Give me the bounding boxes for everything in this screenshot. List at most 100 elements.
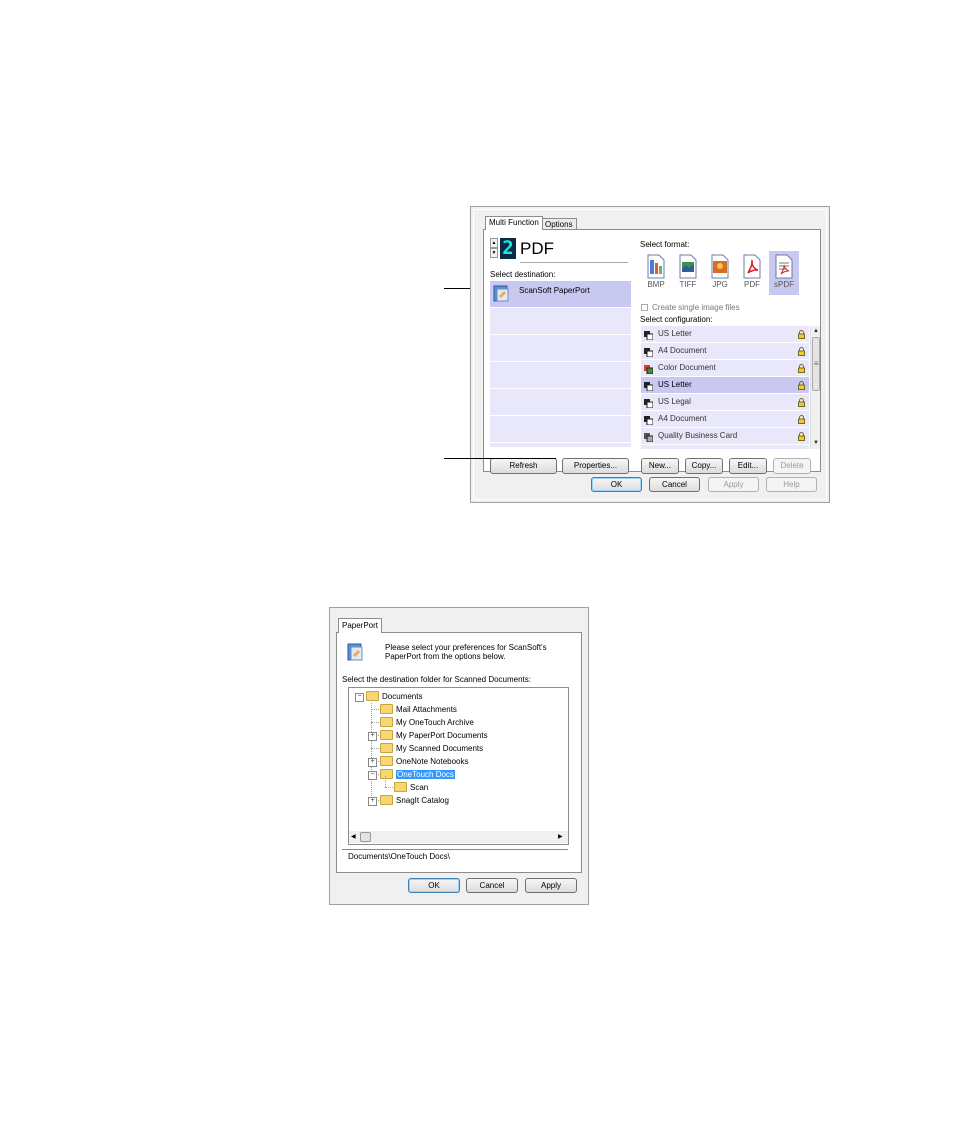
tree-node-documents[interactable]: Documents xyxy=(366,690,422,703)
scrollbar-grip-icon: ≡ xyxy=(814,359,819,368)
tree-node-label: My OneTouch Archive xyxy=(396,718,474,727)
format-selector: BMP TIFF JPG PDF sPDF xyxy=(641,251,811,295)
intro-text: Please select your preferences for ScanS… xyxy=(385,643,547,661)
lock-icon xyxy=(798,397,805,407)
format-option-pdf[interactable]: PDF xyxy=(737,251,767,295)
configuration-label: US Legal xyxy=(658,397,691,406)
properties-button[interactable]: Properties... xyxy=(562,458,629,474)
format-option-jpg[interactable]: JPG xyxy=(705,251,735,295)
cancel-button[interactable]: Cancel xyxy=(466,878,518,893)
format-option-spdf[interactable]: sPDF xyxy=(769,251,799,295)
paperport-app-icon xyxy=(347,641,365,663)
tree-horizontal-scrollbar[interactable]: ◀ ▶ xyxy=(349,831,568,843)
destination-empty-row[interactable] xyxy=(490,362,631,389)
format-option-tiff[interactable]: TIFF xyxy=(673,251,703,295)
configuration-item[interactable]: US Letter xyxy=(641,377,809,394)
refresh-button[interactable]: Refresh xyxy=(490,458,557,474)
format-label: JPG xyxy=(712,280,728,289)
tab-multi-function[interactable]: Multi Function xyxy=(485,216,543,230)
counter-up-arrow-icon[interactable]: ▲ xyxy=(490,238,498,248)
destination-empty-row[interactable] xyxy=(490,335,631,362)
tree-node-folder[interactable]: Mail Attachments xyxy=(380,703,457,716)
bmp-file-icon xyxy=(645,254,667,280)
tree-node-label: OneNote Notebooks xyxy=(396,757,469,766)
expand-icon[interactable]: + xyxy=(368,797,377,806)
configuration-label: US Letter xyxy=(658,329,692,338)
edit-configuration-button[interactable]: Edit... xyxy=(729,458,767,474)
scrollbar-thumb[interactable] xyxy=(360,832,371,842)
tree-node-folder[interactable]: My OneTouch Archive xyxy=(380,716,474,729)
cancel-button[interactable]: Cancel xyxy=(649,477,700,492)
configuration-item[interactable]: A4 Document xyxy=(641,411,809,428)
configuration-item[interactable]: A4 Document xyxy=(641,343,809,360)
lock-icon xyxy=(798,431,805,441)
configuration-item[interactable]: Quality Business Card xyxy=(641,428,809,445)
tree-node-folder[interactable]: My PaperPort Documents xyxy=(380,729,488,742)
select-configuration-label: Select configuration: xyxy=(640,315,713,324)
destination-empty-row[interactable] xyxy=(490,308,631,335)
scroll-right-arrow-icon[interactable]: ▶ xyxy=(558,831,566,843)
help-button[interactable]: Help xyxy=(766,477,817,492)
destination-empty-row[interactable] xyxy=(490,416,631,443)
configuration-list[interactable]: US Letter A4 Document Color Document US Let… xyxy=(641,326,809,449)
new-configuration-button[interactable]: New... xyxy=(641,458,679,474)
copy-configuration-button[interactable]: Copy... xyxy=(685,458,723,474)
multi-function-panel: ▲ ▼ 2 PDF Select destination: ScanSoft P… xyxy=(483,229,821,474)
tree-node-label: SnagIt Catalog xyxy=(396,796,449,805)
scroll-left-arrow-icon[interactable]: ◀ xyxy=(351,831,359,843)
collapse-icon[interactable]: − xyxy=(368,771,377,780)
configuration-label: Quality Business Card xyxy=(658,431,738,440)
document-config-icon xyxy=(644,347,654,358)
destination-item-paperport[interactable]: ScanSoft PaperPort xyxy=(490,281,631,308)
folder-icon xyxy=(366,690,379,701)
configuration-item[interactable]: US Letter xyxy=(641,326,809,343)
tree-node-label: My Scanned Documents xyxy=(396,744,484,753)
apply-button[interactable]: Apply xyxy=(708,477,759,492)
destination-empty-row[interactable] xyxy=(490,389,631,416)
spdf-file-icon xyxy=(773,254,795,280)
expand-icon[interactable]: + xyxy=(368,732,377,741)
configuration-item[interactable]: US Legal xyxy=(641,394,809,411)
configuration-scrollbar[interactable]: ▲ ≡ ▼ xyxy=(810,326,820,449)
tree-node-folder[interactable]: SnagIt Catalog xyxy=(380,794,449,807)
format-label: TIFF xyxy=(679,280,697,289)
counter-down-arrow-icon[interactable]: ▼ xyxy=(490,248,498,258)
tree-node-folder[interactable]: OneNote Notebooks xyxy=(380,755,469,768)
configuration-item[interactable]: Color Document xyxy=(641,360,809,377)
folder-tree[interactable]: − Documents Mail Attachments My OneTouch Ar… xyxy=(348,687,569,845)
ok-button[interactable]: OK xyxy=(591,477,642,492)
tree-node-label: Mail Attachments xyxy=(396,705,457,714)
ok-button[interactable]: OK xyxy=(408,878,460,893)
folder-icon xyxy=(380,742,393,753)
format-option-bmp[interactable]: BMP xyxy=(641,251,671,295)
delete-configuration-button[interactable]: Delete xyxy=(773,458,811,474)
button-counter-stepper[interactable]: ▲ ▼ xyxy=(490,238,498,258)
scrollbar-thumb[interactable]: ≡ xyxy=(812,337,820,391)
tree-node-folder[interactable]: My Scanned Documents xyxy=(380,742,483,755)
configuration-label: A4 Document xyxy=(658,346,707,355)
paperport-properties-dialog: PaperPort Please select your preferences… xyxy=(329,607,589,905)
lock-icon xyxy=(798,414,805,424)
format-label: BMP xyxy=(647,280,665,289)
configuration-label: US Letter xyxy=(658,380,692,389)
scroll-up-arrow-icon[interactable]: ▲ xyxy=(811,326,821,336)
tree-node-folder[interactable]: OneTouch Docs xyxy=(380,768,455,781)
lock-icon xyxy=(798,346,805,356)
scroll-down-arrow-icon[interactable]: ▼ xyxy=(811,438,821,448)
folder-icon xyxy=(380,703,393,714)
configuration-label: A4 Document xyxy=(658,414,707,423)
lock-icon xyxy=(798,329,805,339)
destination-label: ScanSoft PaperPort xyxy=(519,286,590,295)
destination-list[interactable]: ScanSoft PaperPort xyxy=(490,281,631,447)
apply-button[interactable]: Apply xyxy=(525,878,577,893)
jpg-file-icon xyxy=(709,254,731,280)
single-image-checkbox[interactable] xyxy=(641,304,648,311)
collapse-icon[interactable]: − xyxy=(355,693,364,702)
tab-paperport[interactable]: PaperPort xyxy=(338,618,383,633)
document-config-icon xyxy=(644,364,654,375)
tree-node-folder[interactable]: Scan xyxy=(394,781,428,794)
expand-icon[interactable]: + xyxy=(368,758,377,767)
document-config-icon xyxy=(644,432,654,443)
single-image-checkbox-label: Create single image files xyxy=(652,303,740,312)
callout-line-properties xyxy=(444,458,556,459)
